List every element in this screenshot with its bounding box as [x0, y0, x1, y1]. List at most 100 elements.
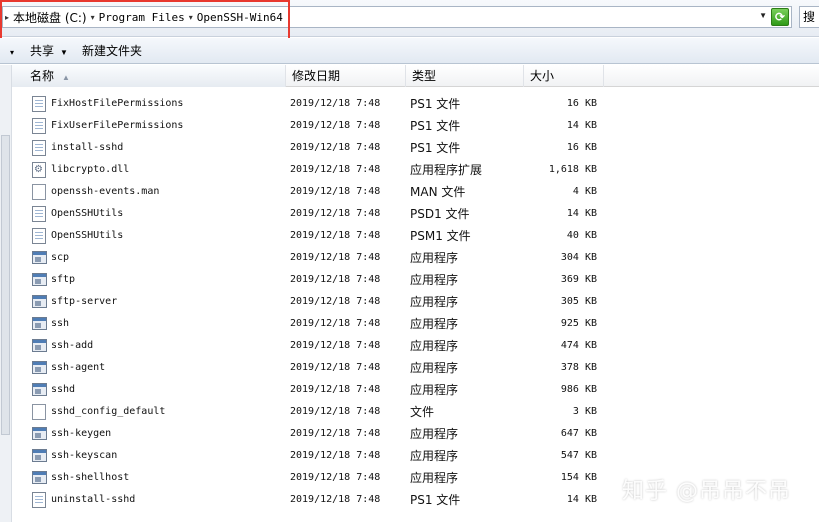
file-name: uninstall-sshd [51, 494, 136, 505]
refresh-icon[interactable]: ⟳ [771, 8, 789, 26]
file-name: OpenSSHUtils [51, 208, 124, 219]
file-size: 14 KB [566, 494, 597, 505]
file-row[interactable]: sshd_config_default 2019/12/18 7:48 文件 3 KB [0, 401, 819, 423]
file-type: 应用程序扩展 [410, 163, 483, 177]
file-row[interactable]: scp 2019/12/18 7:48 应用程序 304 KB [0, 247, 819, 269]
new-folder-button[interactable]: 新建文件夹 [76, 42, 150, 59]
column-header-name[interactable]: 名称 ▲ [12, 65, 286, 87]
file-row[interactable]: openssh-events.man 2019/12/18 7:48 MAN 文件 4… [0, 181, 819, 203]
file-date: 2019/12/18 7:48 [290, 164, 381, 175]
chevron-down-icon[interactable]: ▾ [89, 13, 97, 22]
file-row[interactable]: ssh-agent 2019/12/18 7:48 应用程序 378 KB [0, 357, 819, 379]
file-date: 2019/12/18 7:48 [290, 142, 381, 153]
chevron-down-icon: ▼ [60, 48, 68, 57]
file-size: 305 KB [560, 296, 597, 307]
file-row[interactable]: sftp-server 2019/12/18 7:48 应用程序 305 KB [0, 291, 819, 313]
share-button[interactable]: 共享 ▼ [22, 42, 76, 59]
command-toolbar: ▾ 共享 ▼ 新建文件夹 [0, 38, 819, 64]
sort-ascending-icon: ▲ [62, 73, 70, 82]
file-row[interactable]: FixUserFilePermissions 2019/12/18 7:48 PS1… [0, 115, 819, 137]
file-size: 40 KB [566, 230, 597, 241]
file-icon [32, 184, 46, 200]
chevron-down-icon[interactable]: ▾ [187, 13, 195, 22]
column-name-label: 名称 [30, 69, 55, 83]
file-size: 16 KB [566, 142, 597, 153]
file-row[interactable]: install-sshd 2019/12/18 7:48 PS1 文件 16 KB [0, 137, 819, 159]
file-row[interactable]: sshd 2019/12/18 7:48 应用程序 986 KB [0, 379, 819, 401]
file-size: 14 KB [566, 208, 597, 219]
application-icon [32, 427, 47, 440]
file-date: 2019/12/18 7:48 [290, 208, 381, 219]
file-date: 2019/12/18 7:48 [290, 98, 381, 109]
application-icon [32, 295, 47, 308]
file-type: 应用程序 [410, 339, 459, 353]
file-size: 369 KB [560, 274, 597, 285]
file-date: 2019/12/18 7:48 [290, 120, 381, 131]
file-size: 14 KB [566, 120, 597, 131]
file-date: 2019/12/18 7:48 [290, 186, 381, 197]
file-date: 2019/12/18 7:48 [290, 230, 381, 241]
script-file-icon [32, 96, 46, 112]
file-icon [32, 404, 46, 420]
file-name: libcrypto.dll [51, 164, 130, 175]
file-type: MAN 文件 [410, 185, 466, 199]
breadcrumb-openssh[interactable]: OpenSSH-Win64 [195, 11, 285, 24]
file-name: scp [51, 252, 70, 263]
file-row[interactable]: OpenSSHUtils 2019/12/18 7:48 PSM1 文件 40 KB [0, 225, 819, 247]
file-date: 2019/12/18 7:48 [290, 362, 381, 373]
file-type: 文件 [410, 405, 435, 419]
file-name: sftp [51, 274, 76, 285]
breadcrumb-program-files[interactable]: Program Files [97, 11, 187, 24]
dll-file-icon [32, 162, 46, 178]
file-name: sftp-server [51, 296, 118, 307]
file-type: 应用程序 [410, 295, 459, 309]
file-name: ssh [51, 318, 70, 329]
file-row[interactable]: ssh-keyscan 2019/12/18 7:48 应用程序 547 KB [0, 445, 819, 467]
file-rows: FixHostFilePermissions 2019/12/18 7:48 PS1… [0, 93, 819, 511]
breadcrumb-drive[interactable]: 本地磁盘 (C:) [11, 9, 89, 26]
file-row[interactable]: OpenSSHUtils 2019/12/18 7:48 PSD1 文件 14 KB [0, 203, 819, 225]
file-size: 647 KB [560, 428, 597, 439]
file-date: 2019/12/18 7:48 [290, 472, 381, 483]
column-header-size[interactable]: 大小 [524, 65, 604, 87]
file-row[interactable]: ssh-add 2019/12/18 7:48 应用程序 474 KB [0, 335, 819, 357]
file-row[interactable]: libcrypto.dll 2019/12/18 7:48 应用程序扩展 1,618 … [0, 159, 819, 181]
application-icon [32, 449, 47, 462]
file-type: PS1 文件 [410, 141, 461, 155]
file-date: 2019/12/18 7:48 [290, 318, 381, 329]
file-type: 应用程序 [410, 427, 459, 441]
file-row[interactable]: ssh-keygen 2019/12/18 7:48 应用程序 647 KB [0, 423, 819, 445]
file-name: sshd [51, 384, 76, 395]
file-type: 应用程序 [410, 471, 459, 485]
file-row[interactable]: ssh 2019/12/18 7:48 应用程序 925 KB [0, 313, 819, 335]
search-input[interactable]: 搜 [799, 6, 819, 28]
watermark: 知乎 @吊吊不吊 [622, 479, 791, 504]
file-list: 名称 ▲ 修改日期 类型 大小 FixHostFilePermissions 201… [0, 65, 819, 522]
chevron-right-icon[interactable]: ▸ [3, 13, 11, 22]
address-bar[interactable]: ▸ 本地磁盘 (C:) ▾ Program Files ▾ OpenSSH-Wi… [2, 6, 792, 28]
file-row[interactable]: FixHostFilePermissions 2019/12/18 7:48 PS1… [0, 93, 819, 115]
file-type: 应用程序 [410, 317, 459, 331]
file-date: 2019/12/18 7:48 [290, 406, 381, 417]
file-date: 2019/12/18 7:48 [290, 296, 381, 307]
file-name: openssh-events.man [51, 186, 160, 197]
column-header-date[interactable]: 修改日期 [286, 65, 406, 87]
file-size: 925 KB [560, 318, 597, 329]
file-row[interactable]: sftp 2019/12/18 7:48 应用程序 369 KB [0, 269, 819, 291]
column-header-type[interactable]: 类型 [406, 65, 524, 87]
file-date: 2019/12/18 7:48 [290, 450, 381, 461]
file-date: 2019/12/18 7:48 [290, 494, 381, 505]
address-history-dropdown-icon[interactable]: ▼ [759, 11, 767, 20]
file-size: 154 KB [560, 472, 597, 483]
application-icon [32, 251, 47, 264]
file-name: sshd_config_default [51, 406, 166, 417]
script-file-icon [32, 228, 46, 244]
toolbar-overflow-icon[interactable]: ▾ [0, 44, 22, 58]
script-file-icon [32, 492, 46, 508]
file-type: 应用程序 [410, 383, 459, 397]
file-size: 16 KB [566, 98, 597, 109]
file-size: 474 KB [560, 340, 597, 351]
file-date: 2019/12/18 7:48 [290, 340, 381, 351]
file-type: 应用程序 [410, 273, 459, 287]
file-name: ssh-keyscan [51, 450, 118, 461]
